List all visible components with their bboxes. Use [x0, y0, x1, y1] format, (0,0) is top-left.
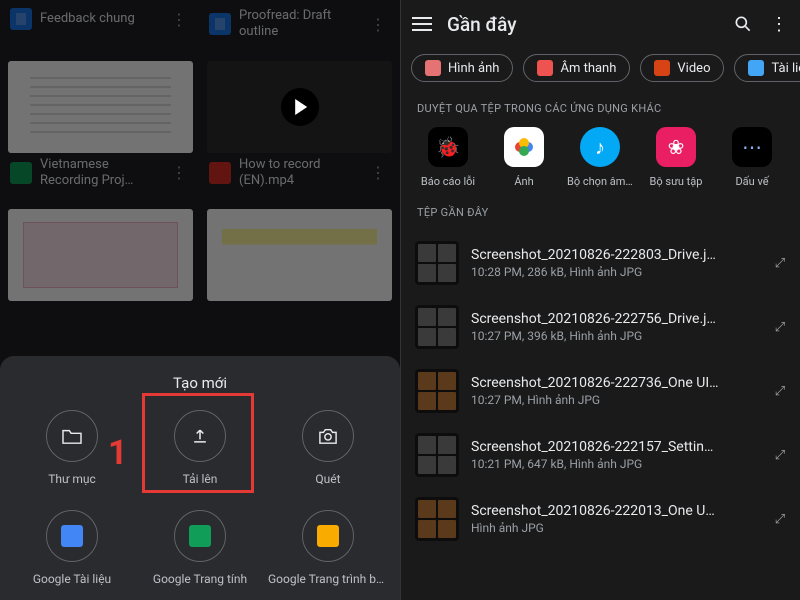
file-meta: 10:27 PM, 396 kB, Hình ảnh JPG	[471, 329, 758, 343]
audio-icon	[537, 60, 553, 76]
sheet-title: Tạo mới	[8, 374, 392, 392]
create-sheets[interactable]: Google Trang tính	[136, 510, 264, 586]
camera-icon	[302, 410, 354, 462]
file-thumbnail	[415, 369, 459, 413]
file-thumbnail	[415, 241, 459, 285]
file-thumbnail	[415, 497, 459, 541]
gallery-icon: ❀	[656, 127, 696, 167]
chip-images[interactable]: Hình ảnh	[411, 54, 513, 82]
recent-files-list: Screenshot_20210826-222803_Drive.j… 10:28…	[401, 231, 800, 551]
search-icon[interactable]	[732, 13, 754, 35]
docs-icon	[46, 510, 98, 562]
file-row[interactable]: Screenshot_20210826-222736_One UI… 10:27 …	[411, 359, 794, 423]
browse-apps-header: DUYỆT QUA TỆP TRONG CÁC ỨNG DỤNG KHÁC	[401, 92, 800, 127]
file-meta: Hình ảnh JPG	[471, 521, 758, 535]
topbar: Gần đây ⋮	[401, 0, 800, 48]
chip-video[interactable]: Video	[640, 54, 724, 82]
app-bugreport[interactable]: 🐞Báo cáo lỗi	[415, 127, 481, 188]
recent-files-header: TỆP GẦN ĐÂY	[401, 196, 800, 231]
file-thumbnail	[415, 433, 459, 477]
file-name: Screenshot_20210826-222803_Drive.j…	[471, 247, 758, 263]
chip-docs[interactable]: Tài liệu	[734, 54, 800, 82]
file-row[interactable]: Screenshot_20210826-222803_Drive.j… 10:28…	[411, 231, 794, 295]
file-name: Screenshot_20210826-222157_Settin…	[471, 439, 758, 455]
file-meta: 10:27 PM, Hình ảnh JPG	[471, 393, 758, 407]
folder-icon	[46, 410, 98, 462]
file-meta: 10:21 PM, 647 kB, Hình ảnh JPG	[471, 457, 758, 471]
file-meta: 10:28 PM, 286 kB, Hình ảnh JPG	[471, 265, 758, 279]
file-row[interactable]: Screenshot_20210826-222157_Settin… 10:21 …	[411, 423, 794, 487]
app-gallery[interactable]: ❀Bộ sưu tập	[643, 127, 709, 188]
overflow-icon[interactable]: ⋮	[768, 13, 790, 35]
browse-apps: 🐞Báo cáo lỗi Ảnh ♪Bộ chọn âm tha… ❀Bộ sư…	[401, 127, 800, 196]
file-name: Screenshot_20210826-222736_One UI…	[471, 375, 758, 391]
music-icon: ♪	[580, 127, 620, 167]
file-row[interactable]: Screenshot_20210826-222013_One U… Hình ản…	[411, 487, 794, 551]
expand-icon[interactable]: ⤢	[770, 385, 790, 398]
app-sound[interactable]: ♪Bộ chọn âm tha…	[567, 127, 633, 188]
filter-chips: Hình ảnh Âm thanh Video Tài liệu	[401, 48, 800, 92]
bug-icon: 🐞	[428, 127, 468, 167]
photos-icon	[504, 127, 544, 167]
page-title: Gần đây	[447, 13, 718, 36]
traces-icon: ⋯	[732, 127, 772, 167]
scan[interactable]: Quét	[264, 410, 392, 486]
drive-pane: Feedback chung ⋮ Proofread: Draft outlin…	[0, 0, 400, 600]
document-icon	[748, 60, 764, 76]
create-slides[interactable]: Google Trang trình bày	[264, 510, 392, 586]
file-name: Screenshot_20210826-222013_One U…	[471, 503, 758, 519]
create-docs[interactable]: Google Tài liệu	[8, 510, 136, 586]
file-thumbnail	[415, 305, 459, 349]
menu-icon[interactable]	[411, 13, 433, 35]
image-icon	[425, 60, 441, 76]
file-name: Screenshot_20210826-222756_Drive.j…	[471, 311, 758, 327]
chip-audio[interactable]: Âm thanh	[523, 54, 630, 82]
slides-icon	[302, 510, 354, 562]
expand-icon[interactable]: ⤢	[770, 321, 790, 334]
annotation-box-1	[142, 393, 254, 493]
app-traces[interactable]: ⋯Dấu vế	[719, 127, 785, 188]
expand-icon[interactable]: ⤢	[770, 449, 790, 462]
annotation-label-1: 1	[108, 433, 128, 473]
sheets-icon	[174, 510, 226, 562]
expand-icon[interactable]: ⤢	[770, 513, 790, 526]
file-picker-pane: Gần đây ⋮ Hình ảnh Âm thanh Video Tài li…	[400, 0, 800, 600]
video-icon	[654, 60, 670, 76]
app-photos[interactable]: Ảnh	[491, 127, 557, 188]
file-row[interactable]: Screenshot_20210826-222756_Drive.j… 10:27…	[411, 295, 794, 359]
expand-icon[interactable]: ⤢	[770, 257, 790, 270]
